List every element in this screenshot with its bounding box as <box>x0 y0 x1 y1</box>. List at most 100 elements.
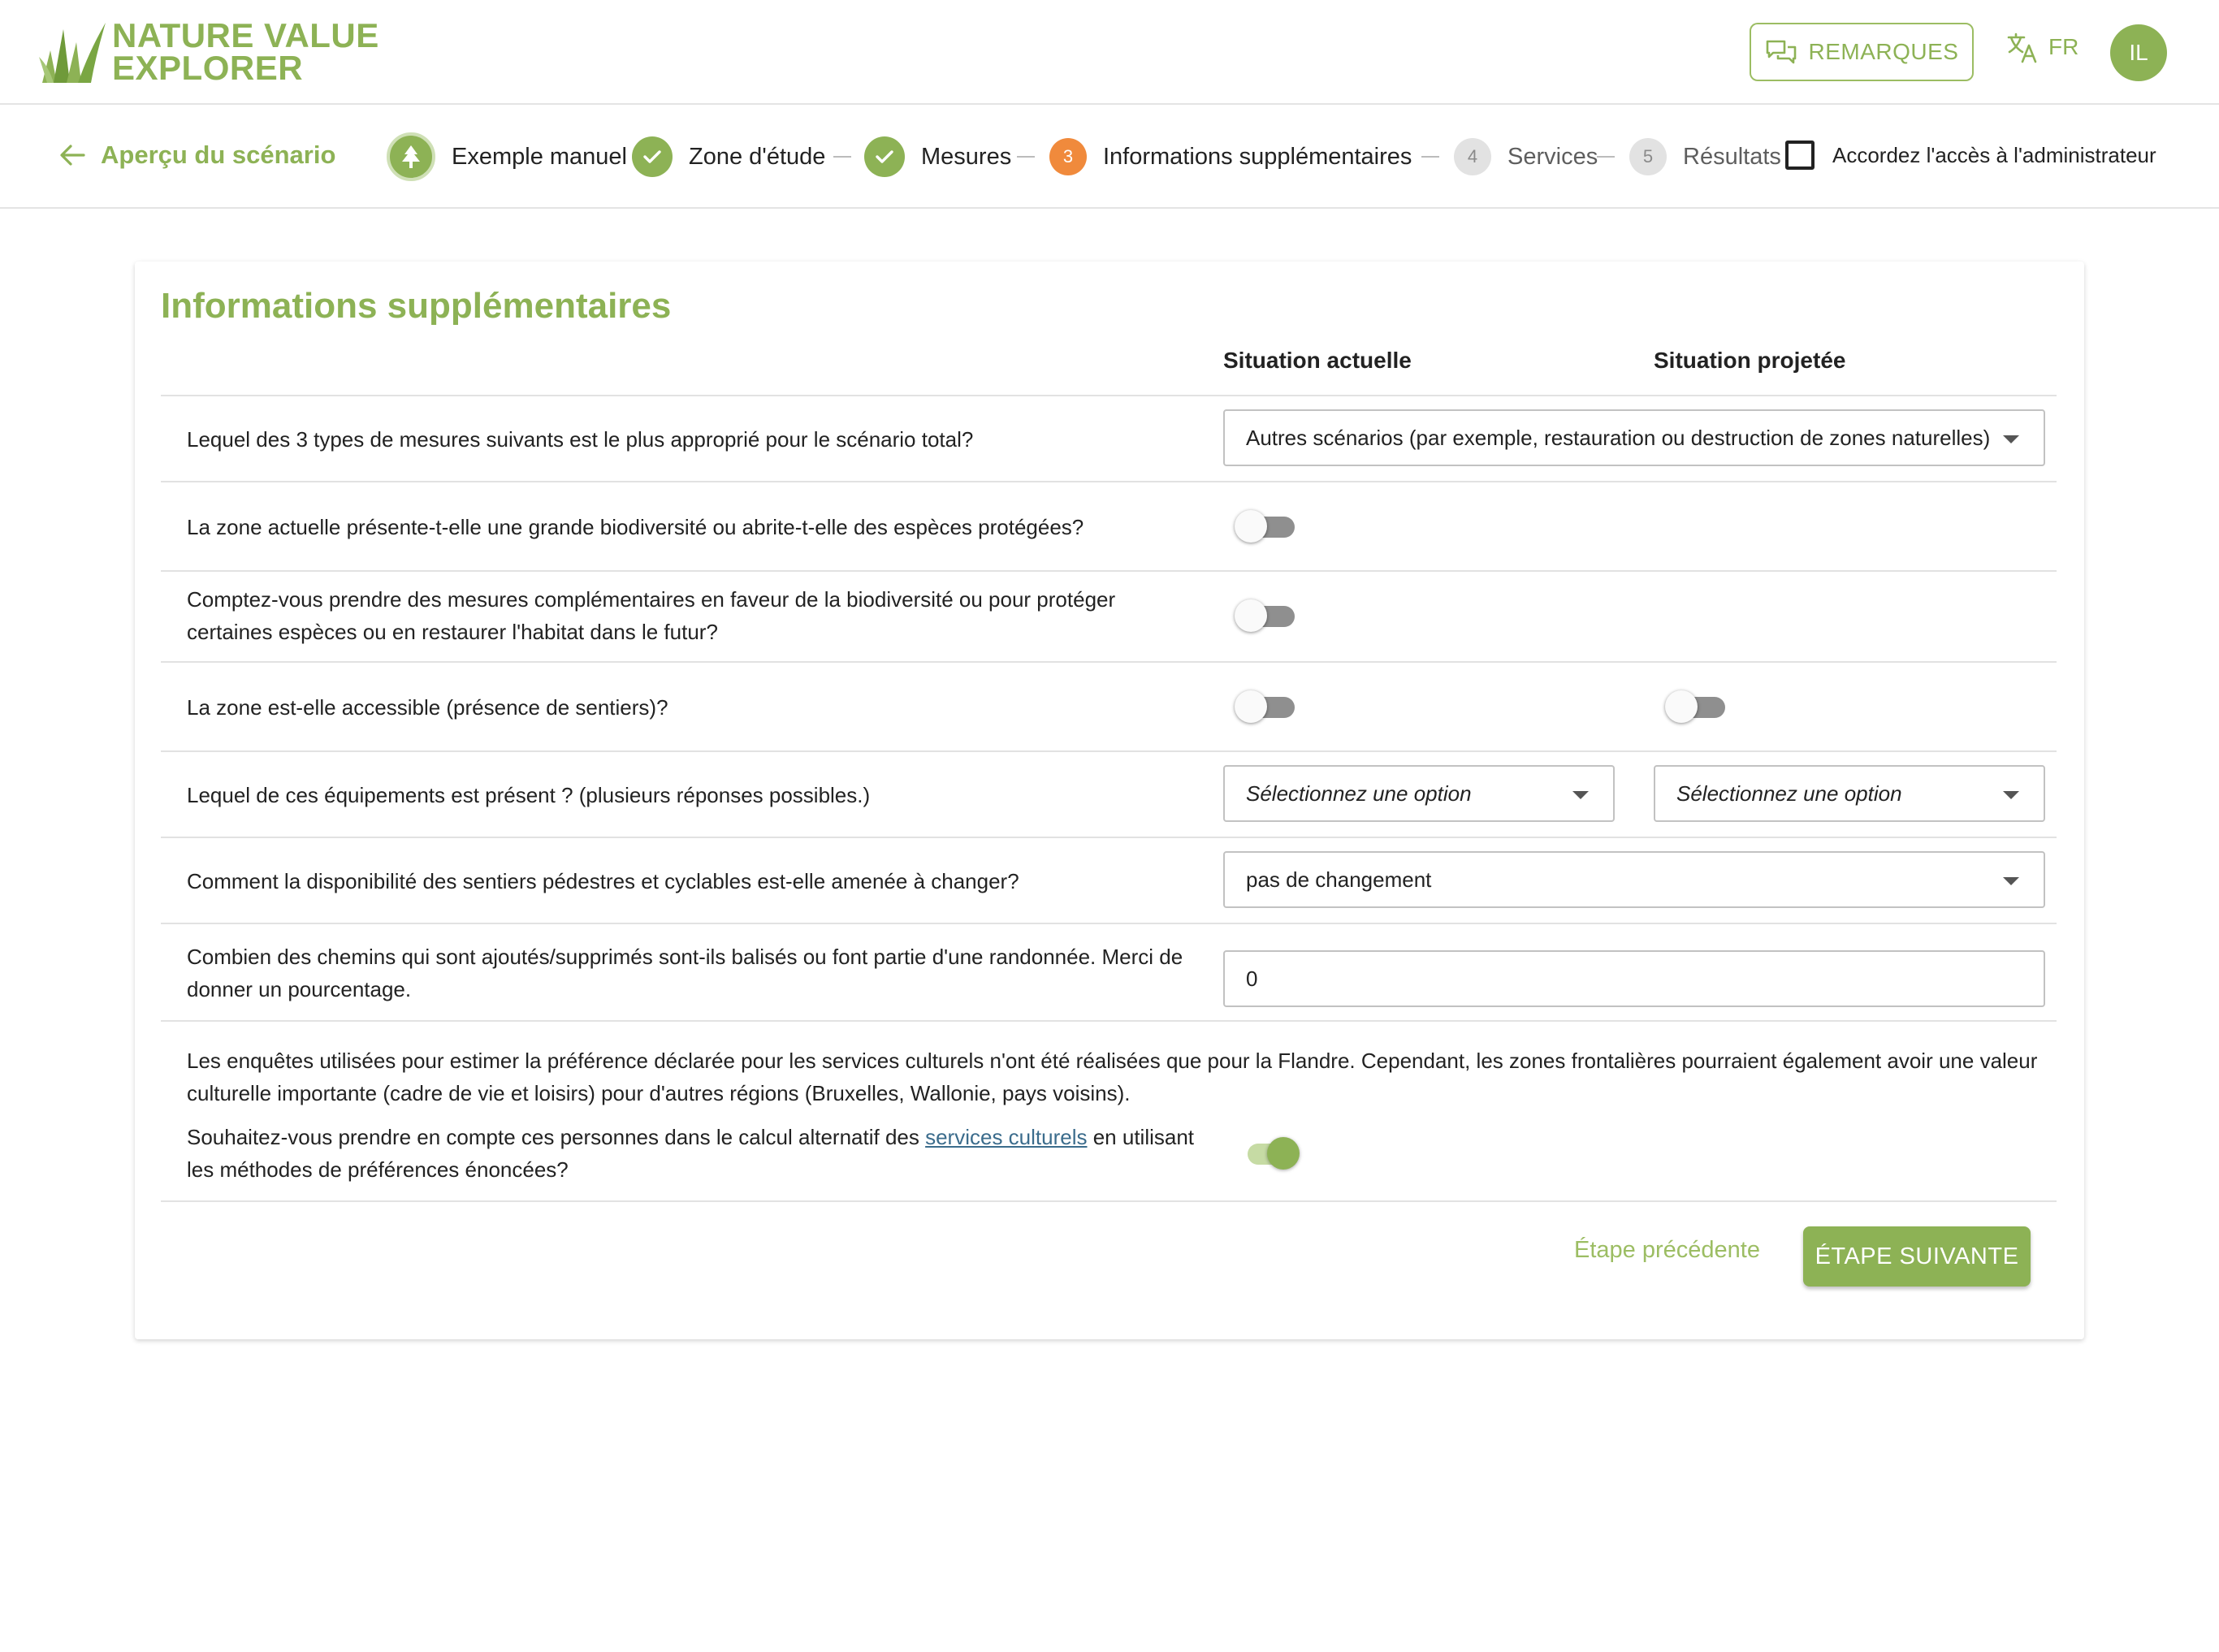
scenario-stepper: Aperçu du scénario Exemple manuel Zone d… <box>0 105 2219 209</box>
biodiversity-current-toggle[interactable] <box>1235 507 1296 546</box>
equipment-current-select[interactable]: Sélectionnez une option <box>1223 765 1615 822</box>
tree-icon <box>387 132 435 181</box>
question-label: Combien des chemins qui sont ajoutés/sup… <box>187 941 1183 1005</box>
language-switcher[interactable]: FR <box>2006 31 2078 63</box>
step-additional-info[interactable]: 3 Informations supplémentaires <box>1049 132 1412 181</box>
step-connector <box>1597 156 1615 158</box>
accessibility-current-toggle[interactable] <box>1235 687 1296 726</box>
toggle-knob <box>1267 1137 1300 1170</box>
form-row-marked-paths: Combien des chemins qui sont ajoutés/sup… <box>161 923 2057 1020</box>
step-measures[interactable]: Mesures <box>864 132 1011 181</box>
step-connector <box>1017 156 1035 158</box>
step-label: Services <box>1507 143 1598 170</box>
question-label: Lequel de ces équipements est présent ? … <box>187 783 871 807</box>
form-row-paths-change: Comment la disponibilité des sentiers pé… <box>161 837 2057 923</box>
question-line: Combien des chemins qui sont ajoutés/sup… <box>187 945 1183 969</box>
form-row-cultural-services: Les enquêtes utilisées pour estimer la p… <box>161 1020 2057 1202</box>
question-label: La zone actuelle présente-t-elle une gra… <box>187 515 1084 539</box>
form-row-measure-type: Lequel des 3 types de mesures suivants e… <box>161 395 2057 481</box>
cultural-services-toggle[interactable] <box>1238 1134 1300 1173</box>
marked-paths-percentage-input[interactable]: 0 <box>1223 950 2045 1007</box>
info-line: Les enquêtes utilisées pour estimer la p… <box>187 1049 2038 1073</box>
cultural-question-line: les méthodes de préférences énoncées? <box>187 1157 569 1182</box>
select-placeholder: Sélectionnez une option <box>1676 781 1902 806</box>
card-title: Informations supplémentaires <box>161 286 672 326</box>
complementary-measures-current-toggle[interactable] <box>1235 596 1296 635</box>
toggle-knob <box>1235 599 1267 632</box>
step-services[interactable]: 4 Services <box>1454 132 1598 181</box>
check-icon <box>864 136 905 177</box>
step-label: Mesures <box>921 143 1012 170</box>
next-step-button[interactable]: ÉTAPE SUIVANTE <box>1803 1226 2031 1287</box>
logo-line-1: NATURE VALUE <box>112 16 379 54</box>
feedback-label: REMARQUES <box>1808 39 1959 64</box>
select-value: pas de changement <box>1246 867 1432 892</box>
feedback-button[interactable]: REMARQUES <box>1750 23 1974 81</box>
input-value: 0 <box>1246 966 1258 991</box>
cultural-question-line: Souhaitez-vous prendre en compte ces per… <box>187 1121 1210 1153</box>
measure-type-select[interactable]: Autres scénarios (par exemple, restaurat… <box>1223 409 2045 466</box>
admin-access-toggle[interactable]: Accordez l'accès à l'administrateur <box>1785 141 2156 170</box>
translate-icon <box>2007 32 2037 63</box>
form-row-equipment: Lequel de ces équipements est présent ? … <box>161 750 2057 837</box>
form-row-complementary-measures: Comptez-vous prendre des mesures complém… <box>161 570 2057 661</box>
paths-change-select[interactable]: pas de changement <box>1223 851 2045 908</box>
form-row-accessibility: La zone est-elle accessible (présence de… <box>161 661 2057 750</box>
column-header-current: Situation actuelle <box>1223 348 1412 373</box>
scenario-name: Exemple manuel <box>452 143 627 170</box>
step-connector <box>1421 156 1439 158</box>
info-text: Les enquêtes utilisées pour estimer la p… <box>187 1044 2055 1109</box>
question-text: en utilisant <box>1087 1125 1195 1149</box>
arrow-left-icon <box>60 145 85 166</box>
accessibility-projected-toggle[interactable] <box>1665 687 1727 726</box>
question-line: donner un pourcentage. <box>187 977 412 1001</box>
previous-step-button[interactable]: Étape précédente <box>1574 1237 1760 1264</box>
question-line: certaines espèces ou en restaurer l'habi… <box>187 620 718 644</box>
toggle-knob <box>1235 690 1267 723</box>
additional-info-card: Informations supplémentaires Situation a… <box>135 262 2084 1339</box>
step-number: 4 <box>1454 138 1491 175</box>
step-label: Informations supplémentaires <box>1103 143 1412 170</box>
cultural-services-link[interactable]: services culturels <box>925 1125 1087 1149</box>
step-number: 5 <box>1629 138 1667 175</box>
column-header-projected: Situation projetée <box>1654 348 1846 373</box>
question-label: Comptez-vous prendre des mesures complém… <box>187 583 1115 648</box>
step-results[interactable]: 5 Résultats <box>1629 132 1781 181</box>
back-label: Aperçu du scénario <box>101 141 336 169</box>
question-label: Lequel des 3 types de mesures suivants e… <box>187 427 974 452</box>
user-avatar[interactable]: IL <box>2110 24 2167 81</box>
info-line: culturelle importante (cadre de vie et l… <box>187 1081 1131 1105</box>
next-step-label: ÉTAPE SUIVANTE <box>1815 1243 2019 1269</box>
question-text: Souhaitez-vous prendre en compte ces per… <box>187 1125 926 1149</box>
step-label: Zone d'étude <box>689 143 826 170</box>
toggle-knob <box>1235 510 1267 543</box>
top-header: NATURE VALUE EXPLORER REMARQUES FR IL <box>0 0 2219 105</box>
step-label: Résultats <box>1683 143 1781 170</box>
form-row-biodiversity: La zone actuelle présente-t-elle une gra… <box>161 481 2057 570</box>
select-value: Autres scénarios (par exemple, restaurat… <box>1246 425 1991 450</box>
chevron-down-icon <box>1572 791 1589 799</box>
step-scenario[interactable]: Exemple manuel <box>387 132 627 181</box>
select-placeholder: Sélectionnez une option <box>1246 781 1472 806</box>
language-code: FR <box>2048 34 2079 59</box>
logo-line-2: EXPLORER <box>112 49 304 87</box>
admin-access-checkbox[interactable] <box>1785 141 1815 170</box>
chevron-down-icon <box>2003 791 2019 799</box>
logo-text: NATURE VALUE EXPLORER <box>112 16 379 87</box>
question-label: Comment la disponibilité des sentiers pé… <box>187 869 1019 893</box>
chevron-down-icon <box>2003 877 2019 885</box>
toggle-knob <box>1665 690 1698 723</box>
step-connector <box>833 156 851 158</box>
chevron-down-icon <box>2003 435 2019 443</box>
check-icon <box>632 136 673 177</box>
back-to-overview-link[interactable]: Aperçu du scénario <box>58 141 335 170</box>
grass-logo-icon <box>39 23 106 83</box>
question-label: La zone est-elle accessible (présence de… <box>187 695 668 720</box>
equipment-projected-select[interactable]: Sélectionnez une option <box>1654 765 2045 822</box>
step-study-zone[interactable]: Zone d'étude <box>632 132 825 181</box>
cultural-question: Souhaitez-vous prendre en compte ces per… <box>187 1121 1210 1186</box>
logo[interactable]: NATURE VALUE EXPLORER <box>39 18 379 86</box>
step-number: 3 <box>1049 138 1087 175</box>
admin-access-label: Accordez l'accès à l'administrateur <box>1832 142 2156 167</box>
question-line: Comptez-vous prendre des mesures complém… <box>187 587 1116 612</box>
